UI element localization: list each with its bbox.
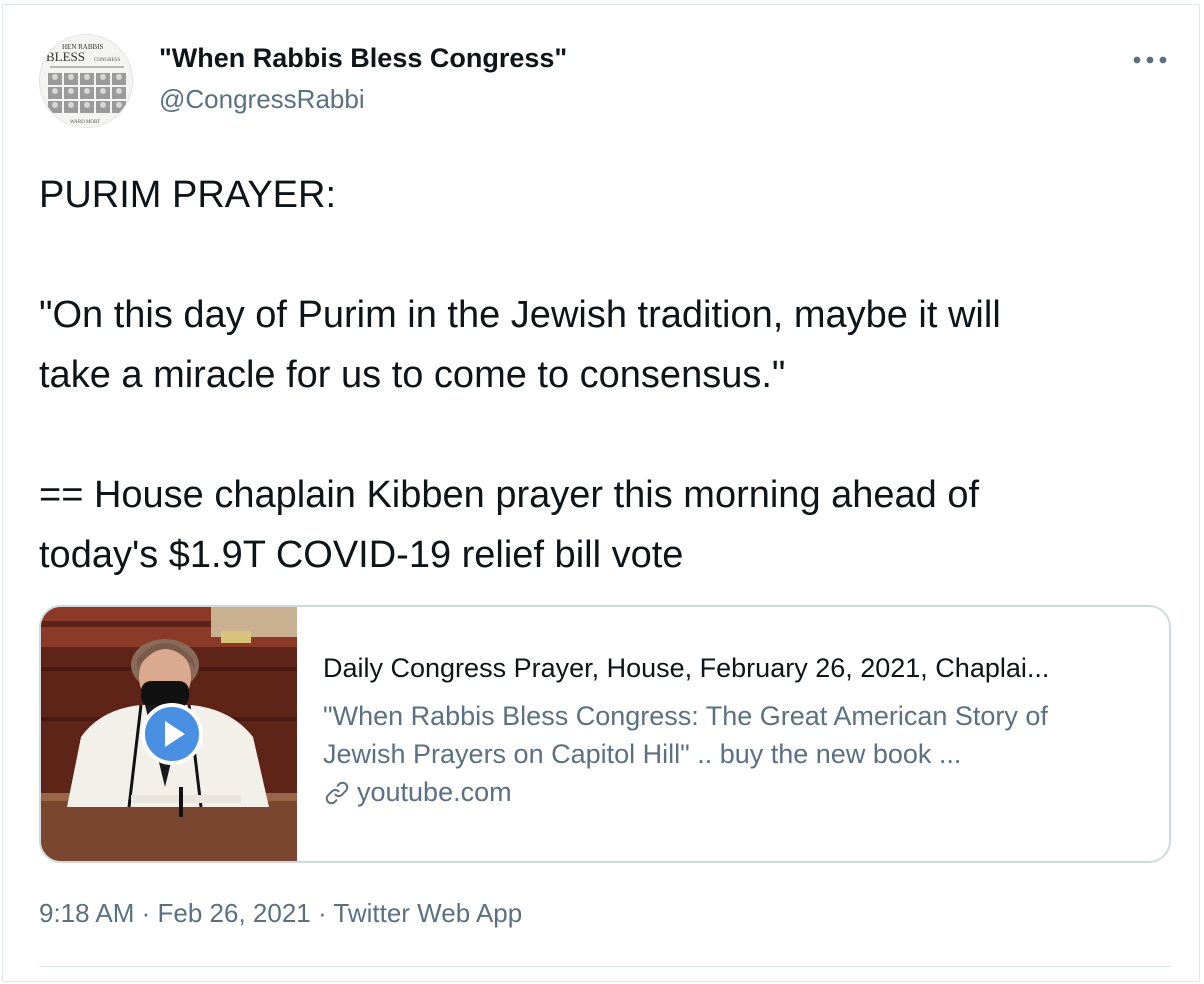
avatar-title-line3: CONGRESS: [94, 58, 120, 63]
tweet-text-line: [39, 225, 1179, 285]
avatar-title-line2: BLESS: [46, 49, 85, 64]
author-handle[interactable]: @CongressRabbi: [159, 84, 365, 115]
tweet-text-line: take a miracle for us to come to consens…: [39, 354, 786, 396]
more-horizontal-icon: [1133, 56, 1167, 64]
tweet-source[interactable]: Twitter Web App: [333, 898, 522, 928]
tweet-text-line: [39, 405, 1179, 465]
tweet-container: HEN RABBIS BLESS CONGRESS WARD MORT "Whe…: [2, 4, 1200, 982]
meta-separator: ·: [310, 898, 334, 928]
card-domain[interactable]: youtube.com: [323, 777, 512, 808]
tweet-text-line: == House chaplain Kibben prayer this mor…: [39, 474, 980, 516]
tweet-text-line: PURIM PRAYER:: [39, 174, 337, 216]
play-button-icon[interactable]: [141, 703, 203, 765]
tweet-text-line: today's $1.9T COVID-19 relief bill vote: [39, 534, 684, 576]
tweet-metadata: 9:18 AM · Feb 26, 2021 · Twitter Web App: [39, 898, 522, 929]
author-display-name[interactable]: "When Rabbis Bless Congress": [159, 43, 567, 74]
more-options-button[interactable]: [1127, 45, 1173, 75]
link-preview-card[interactable]: Daily Congress Prayer, House, February 2…: [39, 605, 1171, 863]
meta-separator: ·: [134, 898, 158, 928]
tweet-time[interactable]: 9:18 AM: [39, 898, 134, 928]
card-description: "When Rabbis Bless Congress: The Great A…: [323, 697, 1163, 773]
divider: [39, 966, 1171, 967]
tweet-text: PURIM PRAYER: "On this day of Purim in t…: [39, 165, 1179, 585]
book-cover-avatar-icon: HEN RABBIS BLESS CONGRESS WARD MORT: [40, 35, 132, 127]
card-description-line: Jewish Prayers on Capitol Hill" .. buy t…: [323, 739, 962, 769]
tweet-text-line: "On this day of Purim in the Jewish trad…: [39, 294, 1001, 336]
tweet-date[interactable]: Feb 26, 2021: [158, 898, 311, 928]
card-title[interactable]: Daily Congress Prayer, House, February 2…: [323, 653, 1153, 684]
avatar[interactable]: HEN RABBIS BLESS CONGRESS WARD MORT: [39, 34, 133, 128]
video-thumbnail[interactable]: [41, 607, 297, 861]
avatar-footer-text: WARD MORT: [70, 120, 100, 125]
link-icon: [325, 781, 349, 804]
card-description-line: "When Rabbis Bless Congress: The Great A…: [323, 701, 1048, 731]
card-domain-text: youtube.com: [357, 777, 512, 807]
